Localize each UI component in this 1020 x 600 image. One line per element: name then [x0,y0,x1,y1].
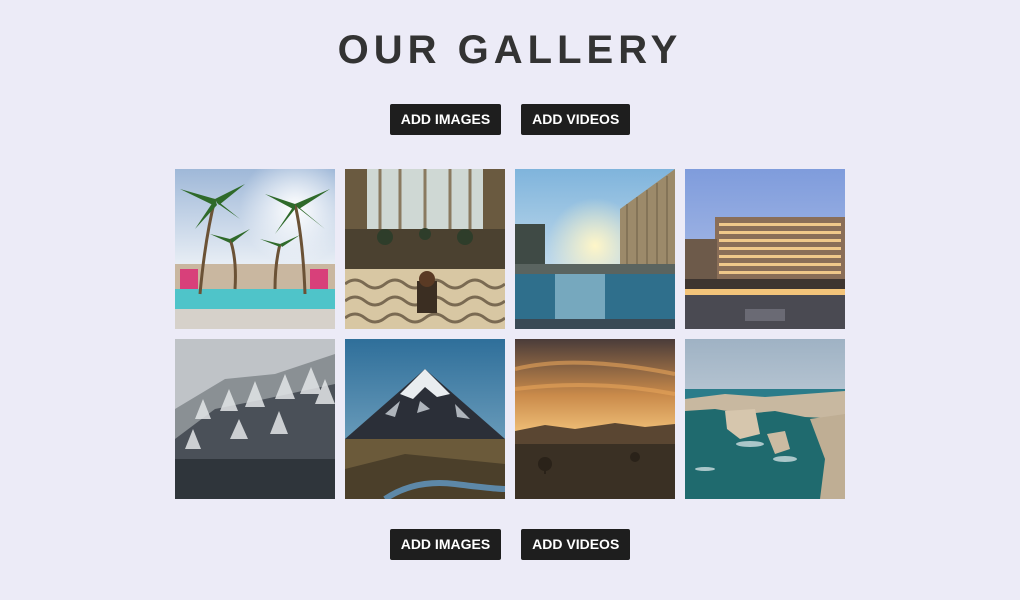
page-title: OUR GALLERY [337,28,683,72]
gallery-image-snowy-forest[interactable] [175,339,335,499]
bottom-button-row: ADD IMAGES ADD VIDEOS [0,529,1020,560]
top-button-row: ADD IMAGES ADD VIDEOS [0,104,1020,135]
add-videos-button[interactable]: ADD VIDEOS [521,104,631,135]
gallery-image-sea-cliffs[interactable] [685,339,845,499]
gallery-image-hotel-lobby[interactable] [345,169,505,329]
gallery-image-mountain-peak[interactable] [345,339,505,499]
gallery-image-sunset-valley[interactable] [515,339,675,499]
gallery-grid [175,169,845,499]
gallery-image-hotel-building[interactable] [685,169,845,329]
add-images-button[interactable]: ADD IMAGES [389,104,502,135]
gallery-image-sunset-pool[interactable] [515,169,675,329]
add-images-button-bottom[interactable]: ADD IMAGES [389,529,502,560]
gallery-image-palm-pool[interactable] [175,169,335,329]
add-videos-button-bottom[interactable]: ADD VIDEOS [521,529,631,560]
